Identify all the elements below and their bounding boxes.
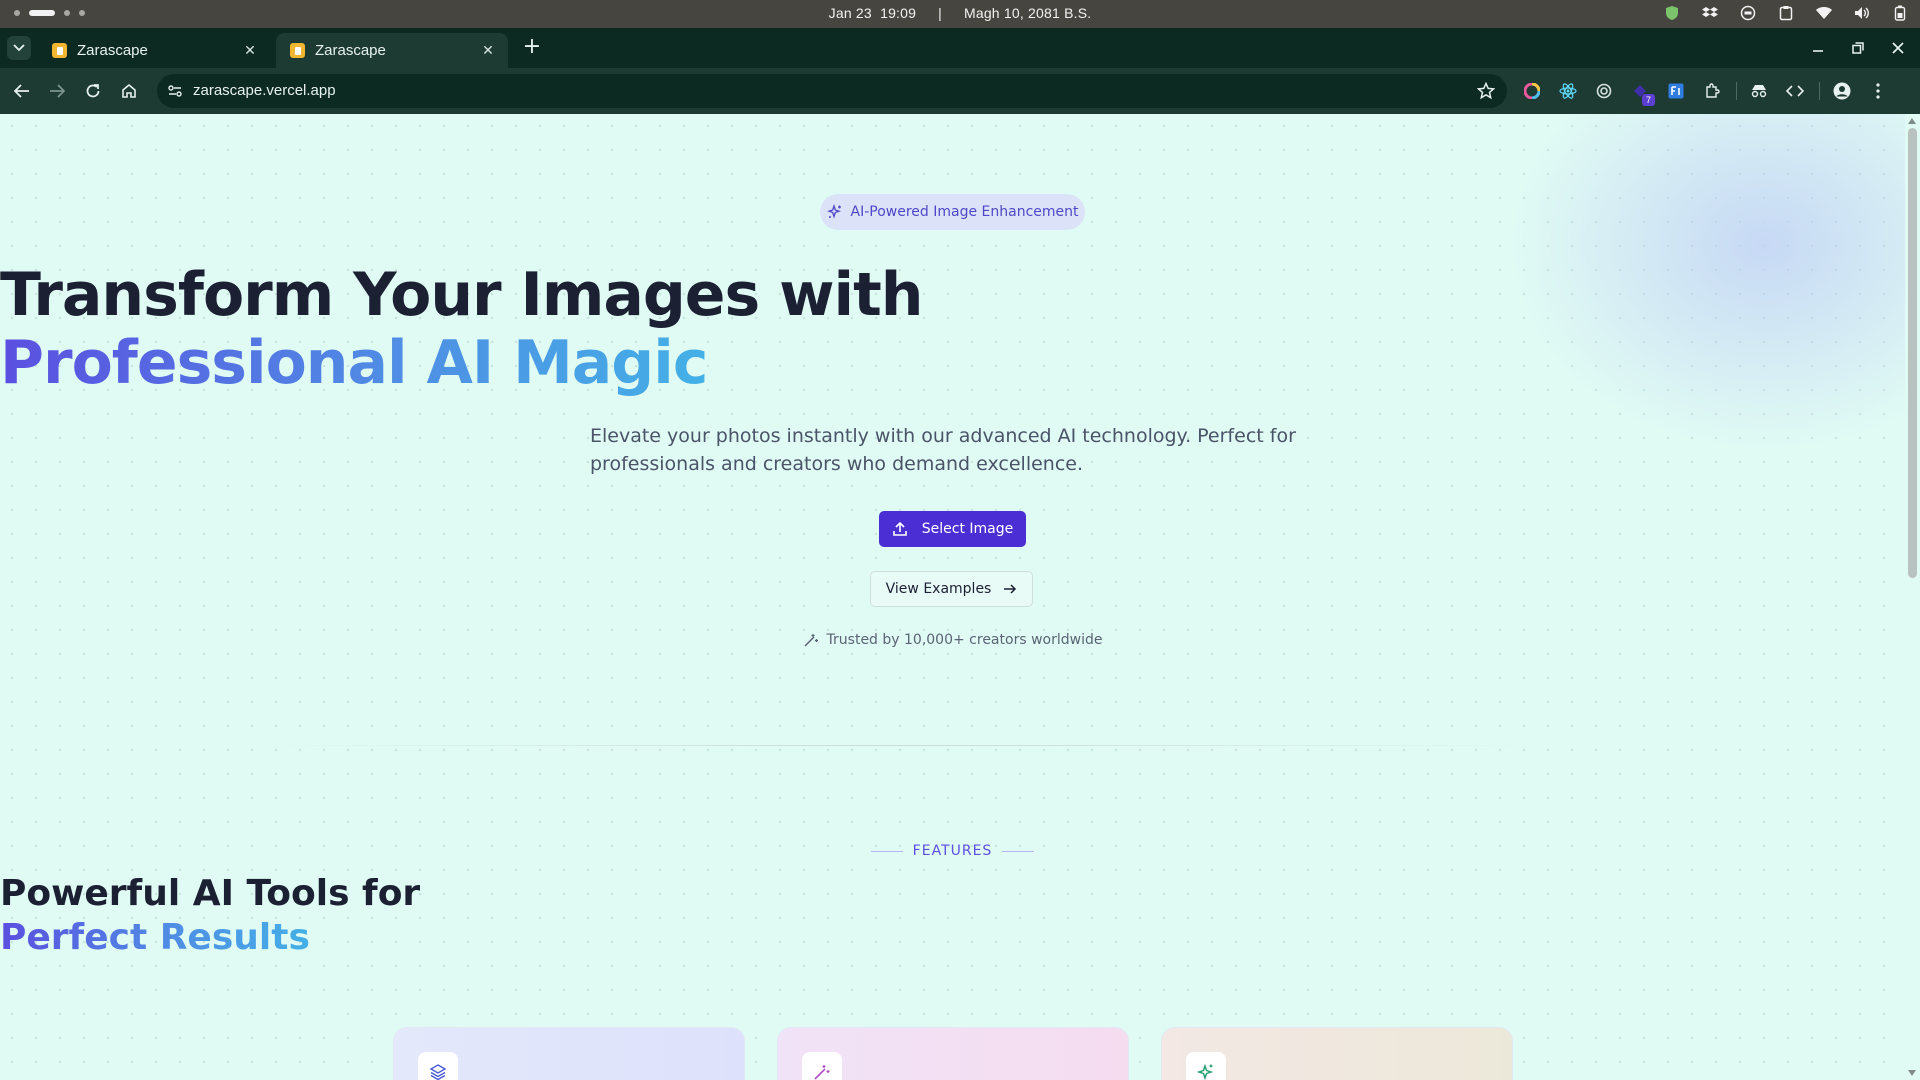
hero-badge-text: AI-Powered Image Enhancement [850, 204, 1079, 220]
page-content: AI-Powered Image Enhancement Transform Y… [0, 114, 1905, 1080]
wifi-icon[interactable] [1816, 5, 1832, 21]
react-devtools-icon[interactable] [1556, 79, 1580, 103]
hero-subtitle: Elevate your photos instantly with our a… [590, 425, 1296, 475]
shield-icon[interactable] [1664, 5, 1680, 21]
hero-title-highlight: Professional AI Magic [0, 328, 1905, 398]
browser-tab[interactable]: Zarascape ✕ [38, 33, 270, 68]
dropbox-icon[interactable] [1702, 5, 1718, 21]
page-scrollbar[interactable] [1905, 114, 1920, 1080]
scroll-down-arrow-icon[interactable] [1908, 1070, 1916, 1076]
favicon-icon [52, 43, 67, 58]
tab-title: Zarascape [315, 42, 386, 59]
new-tab-button[interactable]: + [520, 36, 544, 60]
scrollbar-thumb[interactable] [1908, 128, 1917, 578]
fi-extension-icon[interactable] [1664, 79, 1688, 103]
reload-icon[interactable] [81, 79, 105, 103]
trusted-note: Trusted by 10,000+ creators worldwide [0, 632, 1905, 648]
home-icon[interactable] [117, 79, 141, 103]
layers-icon [418, 1052, 458, 1080]
incognito-icon[interactable] [1747, 79, 1771, 103]
os-alt-date: Magh 10, 2081 B.S. [963, 5, 1092, 21]
favicon-icon [290, 43, 305, 58]
code-icon[interactable] [1783, 79, 1807, 103]
restore-icon[interactable] [1850, 40, 1866, 56]
address-bar[interactable]: zarascape.vercel.app [157, 74, 1507, 108]
tab-search-button[interactable] [7, 36, 31, 60]
browser-tab-active[interactable]: Zarascape ✕ [276, 33, 508, 68]
features-title-highlight: Perfect Results [0, 917, 1905, 958]
magic-wand-icon [804, 634, 818, 647]
os-clock[interactable]: Jan 23 19:09 | Magh 10, 2081 B.S. [0, 5, 1920, 21]
section-divider [250, 745, 1550, 746]
forward-icon[interactable] [45, 79, 69, 103]
magic-wand-icon [802, 1052, 842, 1080]
feature-card [393, 1027, 745, 1080]
site-info-icon[interactable] [167, 83, 183, 99]
eyebrow-line [870, 850, 903, 852]
scroll-up-arrow-icon[interactable] [1908, 118, 1916, 124]
volume-icon[interactable] [1854, 5, 1870, 21]
shape-extension-icon[interactable]: 7 [1628, 79, 1655, 106]
upload-icon [892, 521, 907, 536]
trusted-text: Trusted by 10,000+ creators worldwide [826, 632, 1103, 648]
extensions-area: 7 [1520, 79, 1902, 106]
sparkles-icon [826, 204, 841, 219]
features-eyebrow: FEATURES [0, 843, 1905, 859]
view-examples-label: View Examples [885, 581, 992, 597]
profile-avatar-icon[interactable] [1830, 79, 1854, 103]
more-menu-icon[interactable] [1866, 79, 1890, 103]
browser-toolbar: zarascape.vercel.app 7 [0, 68, 1920, 114]
view-examples-button[interactable]: View Examples [870, 571, 1033, 607]
tab-close-icon[interactable]: ✕ [480, 42, 496, 58]
close-window-icon[interactable] [1890, 40, 1906, 56]
select-image-label: Select Image [921, 521, 1014, 537]
back-icon[interactable] [10, 79, 34, 103]
color-picker-extension-icon[interactable] [1520, 79, 1544, 103]
toolbar-divider [1819, 82, 1820, 100]
battery-icon[interactable] [1892, 5, 1908, 21]
tab-title: Zarascape [77, 42, 148, 59]
extension-badge: 7 [1642, 94, 1655, 106]
target-extension-icon[interactable] [1592, 79, 1616, 103]
browser-tab-strip: Zarascape ✕ Zarascape ✕ + [0, 28, 1920, 68]
minimize-icon[interactable] [1810, 40, 1826, 56]
clipboard-icon[interactable] [1778, 5, 1794, 21]
system-tray [1664, 5, 1908, 21]
hero-title-gradient-text: Professional AI Magic [0, 328, 708, 398]
eyebrow-line [1002, 850, 1035, 852]
media-icon[interactable] [1740, 5, 1756, 21]
feature-card [777, 1027, 1129, 1080]
os-time: 19:09 [880, 5, 917, 21]
extensions-puzzle-icon[interactable] [1700, 79, 1724, 103]
window-controls [1810, 28, 1920, 68]
hero-badge: AI-Powered Image Enhancement [820, 194, 1085, 230]
hero-title: Transform Your Images with [0, 260, 924, 330]
features-eyebrow-text: FEATURES [912, 843, 993, 859]
os-date: Jan 23 [828, 5, 872, 21]
os-clock-separator: | [938, 5, 942, 21]
tab-close-icon[interactable]: ✕ [242, 42, 258, 58]
sparkles-icon [1186, 1052, 1226, 1080]
bookmark-star-icon[interactable] [1477, 82, 1495, 100]
toolbar-divider [1736, 82, 1737, 100]
chevron-down-icon [13, 44, 25, 52]
arrow-right-icon [1004, 584, 1017, 594]
features-title-gradient-text: Perfect Results [0, 917, 310, 958]
select-image-button[interactable]: Select Image [879, 511, 1026, 547]
url-text[interactable]: zarascape.vercel.app [193, 82, 336, 99]
os-top-bar: Jan 23 19:09 | Magh 10, 2081 B.S. [0, 0, 1920, 28]
features-title: Powerful AI Tools for [0, 873, 421, 914]
feature-card [1161, 1027, 1513, 1080]
